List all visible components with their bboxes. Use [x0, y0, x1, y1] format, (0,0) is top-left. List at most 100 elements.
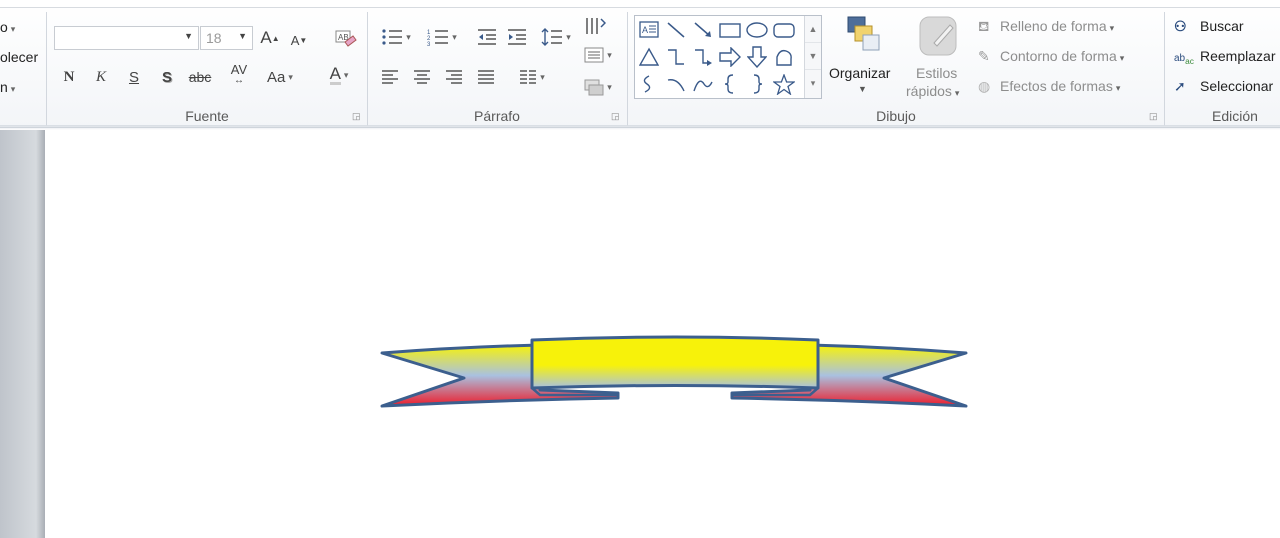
align-text-icon [584, 47, 604, 63]
select-button[interactable]: ➚ Seleccionar [1174, 78, 1273, 95]
scribble-shape-icon[interactable] [638, 73, 660, 95]
chevron-down-icon[interactable]: ▼ [184, 31, 193, 41]
bullets-button[interactable]: ▾ [378, 26, 414, 48]
paint-bucket-icon: ⛾ [978, 18, 990, 34]
numbered-list-icon: 123 [427, 30, 449, 46]
bold-button[interactable]: N [60, 66, 78, 88]
align-left-button[interactable] [380, 66, 400, 88]
decrease-indent-button[interactable] [474, 26, 500, 48]
underline-button[interactable]: S [125, 66, 143, 88]
justify-button[interactable] [476, 66, 496, 88]
bullet-list-icon [382, 29, 403, 45]
right-brace-shape-icon[interactable] [746, 73, 768, 95]
chevron-up-icon[interactable]: ▲ [805, 16, 821, 43]
shapes-gallery[interactable]: A ▲ ▼ ▾ [634, 15, 822, 99]
line-shape-icon[interactable] [665, 19, 687, 41]
columns-button[interactable]: ▾ [516, 66, 548, 88]
curve-shape-icon[interactable] [692, 73, 714, 95]
columns-icon [520, 70, 537, 84]
arc-shape-icon[interactable] [665, 73, 687, 95]
gallery-scrollbar[interactable]: ▲ ▼ ▾ [804, 16, 821, 98]
text-direction-icon [586, 18, 606, 34]
paragraph-dialog-launcher-icon[interactable]: ◲ [611, 112, 620, 121]
shape-fill-button[interactable]: ⛾ Relleno de forma ▾ [978, 18, 1114, 37]
shape-effects-button[interactable]: ◍ Efectos de formas ▾ [978, 78, 1120, 95]
justify-icon [478, 70, 494, 84]
font-size-value: 18 [206, 30, 222, 46]
rectangle-shape-icon[interactable] [719, 19, 741, 41]
replace-button[interactable]: abac Reemplazar [1174, 48, 1275, 66]
left-brace-shape-icon[interactable] [719, 73, 741, 95]
align-center-icon [414, 70, 430, 84]
chevron-down-icon[interactable]: ▼ [805, 43, 821, 70]
arrow-line-shape-icon[interactable] [692, 19, 714, 41]
arrange-button[interactable]: Organizar [829, 65, 890, 81]
document-page[interactable] [45, 130, 1280, 538]
clipboard-item-1[interactable]: o ▾ [0, 19, 15, 35]
more-shapes-icon[interactable]: ▾ [805, 70, 821, 97]
binoculars-icon: ⚇ [1174, 18, 1187, 34]
character-spacing-button[interactable]: AV ↔ [222, 63, 256, 86]
cursor-arrow-icon: ➚ [1174, 78, 1186, 94]
font-color-button[interactable]: A ▾ [320, 64, 358, 86]
effects-icon: ◍ [978, 78, 991, 94]
svg-text:3: 3 [427, 42, 431, 46]
line-spacing-icon [541, 28, 563, 46]
align-text-button[interactable]: ▾ [582, 44, 614, 66]
quick-styles-label-1[interactable]: Estilos [916, 65, 957, 81]
rounded-rectangle-shape-icon[interactable] [773, 19, 795, 41]
freeform-shape-icon[interactable] [773, 46, 795, 68]
strikethrough-button[interactable]: abc [186, 66, 214, 88]
triangle-shape-icon[interactable] [638, 46, 660, 68]
grow-font-button[interactable]: A ▲ [259, 27, 281, 49]
elbow-arrow-connector-shape-icon[interactable] [692, 46, 714, 68]
text-direction-button[interactable] [582, 14, 608, 40]
paragraph-group-label: Párrafo [474, 108, 520, 124]
clear-formatting-button[interactable]: AB [331, 26, 359, 52]
clipboard-group-partial: o ▾ olecer n ▾ [0, 9, 46, 126]
document-left-margin [0, 130, 45, 538]
oval-shape-icon[interactable] [746, 19, 768, 41]
smartart-icon [584, 79, 604, 96]
star-shape-icon[interactable] [773, 73, 795, 95]
quick-styles-button[interactable]: rápidos ▾ [906, 83, 959, 99]
eraser-icon: AB [335, 30, 357, 47]
font-size-combo[interactable]: 18 ▼ [200, 26, 253, 50]
drawing-group-label: Dibujo [876, 108, 916, 124]
decrease-indent-icon [478, 29, 496, 45]
clipboard-item-2[interactable]: olecer [0, 49, 38, 65]
chevron-down-icon[interactable]: ▼ [238, 31, 247, 41]
replace-icon: abac [1174, 53, 1194, 66]
arrange-icon[interactable] [836, 14, 890, 56]
align-center-button[interactable] [412, 66, 432, 88]
numbering-button[interactable]: 1 2 3 ▾ [422, 26, 462, 48]
line-spacing-button[interactable]: ▾ [538, 26, 574, 48]
align-right-button[interactable] [444, 66, 464, 88]
shadow-button[interactable]: S [158, 66, 176, 88]
drawing-dialog-launcher-icon[interactable]: ◲ [1149, 112, 1158, 121]
quick-styles-icon[interactable] [914, 14, 962, 60]
shrink-font-button[interactable]: A ▼ [288, 29, 310, 51]
chevron-down-icon[interactable]: ▼ [858, 84, 867, 94]
change-case-button[interactable]: Aa ▾ [262, 66, 298, 88]
smartart-button[interactable]: ▾ [582, 76, 614, 98]
right-arrow-shape-icon[interactable] [719, 46, 741, 68]
down-arrow-shape-icon[interactable] [746, 46, 768, 68]
elbow-connector-shape-icon[interactable] [665, 46, 687, 68]
svg-text:A: A [642, 25, 648, 35]
font-group-label: Fuente [185, 108, 229, 124]
ribbon: o ▾ olecer n ▾ Fuente ◲ ▼ 18 ▼ A ▲ A ▼ AB N … [0, 0, 1280, 130]
increase-indent-button[interactable] [504, 26, 530, 48]
align-right-icon [446, 70, 462, 84]
editing-group-label: Edición [1212, 108, 1258, 124]
ribbon-banner-shape[interactable] [45, 130, 1280, 538]
clipboard-item-3[interactable]: n ▾ [0, 79, 15, 95]
ribbon-top-edge [0, 0, 1280, 8]
increase-indent-icon [508, 29, 526, 45]
font-dialog-launcher-icon[interactable]: ◲ [352, 112, 361, 121]
italic-button[interactable]: K [92, 66, 110, 88]
shape-outline-button[interactable]: ✎ Contorno de forma ▾ [978, 48, 1124, 65]
text-box-shape-icon[interactable]: A [638, 19, 660, 41]
find-button[interactable]: ⚇ Buscar [1174, 18, 1244, 35]
font-name-combo[interactable]: ▼ [54, 26, 199, 50]
